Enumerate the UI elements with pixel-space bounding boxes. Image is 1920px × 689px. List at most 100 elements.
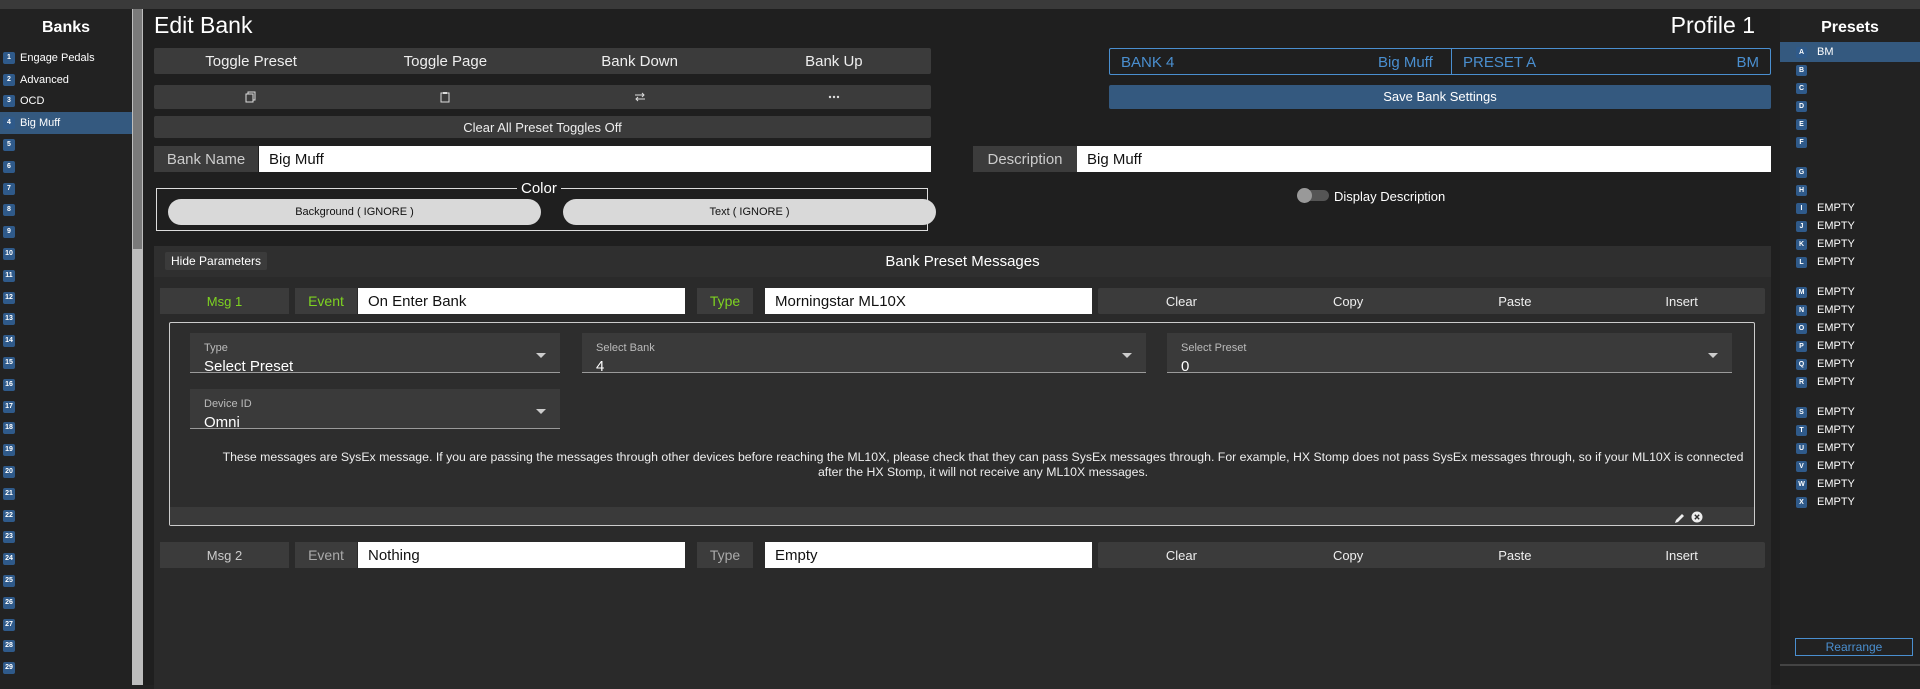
msg1-copy-button[interactable]: Copy [1265,294,1432,309]
msg2-clear-button[interactable]: Clear [1098,548,1265,563]
bank-item[interactable]: 14 [0,330,132,352]
param-preset-select[interactable]: Select Preset 0 [1167,333,1732,375]
preset-item[interactable]: E [1780,114,1920,134]
edit-icon[interactable] [1674,511,1685,523]
preset-item[interactable]: M EMPTY [1780,282,1920,302]
preset-item[interactable]: F [1780,132,1920,152]
bank-item[interactable]: 18 [0,418,132,440]
msg1-actions: Clear Copy Paste Insert [1098,288,1765,314]
param-device-select[interactable]: Device ID Omni [190,389,560,431]
toggle-page-button[interactable]: Toggle Page [348,53,542,70]
bank-down-button[interactable]: Bank Down [543,53,737,70]
bank-item[interactable]: 8 [0,200,132,222]
save-bank-button[interactable]: Save Bank Settings [1109,85,1771,109]
bank-item[interactable]: 5 [0,134,132,156]
bank-item[interactable]: 9 [0,221,132,243]
preset-letter-badge: H [1796,184,1807,196]
clear-toggles-button[interactable]: Clear All Preset Toggles Off [154,120,931,135]
preset-item[interactable]: X EMPTY [1780,492,1920,512]
bank-item[interactable]: 17 [0,396,132,418]
preset-item[interactable]: H [1780,180,1920,200]
preset-item[interactable]: W EMPTY [1780,474,1920,494]
bank-item[interactable]: 12 [0,287,132,309]
msg2-paste-button[interactable]: Paste [1432,548,1599,563]
msg1-event-input[interactable]: On Enter Bank [358,288,685,314]
msg2-event-input[interactable]: Nothing [358,542,685,568]
preset-item-label: BM [1817,46,1834,58]
bank-item[interactable]: 25 [0,570,132,592]
preset-item[interactable]: O EMPTY [1780,318,1920,338]
copy-icon[interactable] [154,85,348,109]
preset-item[interactable]: P EMPTY [1780,336,1920,356]
bank-item[interactable]: 23 [0,527,132,549]
swap-icon[interactable] [543,85,737,109]
bank-item[interactable]: 13 [0,309,132,331]
preset-item[interactable]: I EMPTY [1780,198,1920,218]
preset-item-label: EMPTY [1817,286,1855,298]
preset-item[interactable]: T EMPTY [1780,420,1920,440]
bank-item[interactable]: 15 [0,352,132,374]
text-color-button[interactable]: Text ( IGNORE ) [563,199,936,225]
bank-item[interactable]: 6 [0,156,132,178]
bank-item[interactable]: 1 Engage Pedals [0,47,132,69]
preset-item[interactable]: S EMPTY [1780,402,1920,422]
bank-item[interactable]: 16 [0,374,132,396]
close-icon[interactable] [1691,510,1703,523]
param-bank-select[interactable]: Select Bank 4 [582,333,1146,375]
rearrange-button[interactable]: Rearrange [1795,638,1913,656]
preset-item[interactable]: J EMPTY [1780,216,1920,236]
preset-item[interactable]: Q EMPTY [1780,354,1920,374]
preset-item[interactable]: R EMPTY [1780,372,1920,392]
preset-item[interactable]: K EMPTY [1780,234,1920,254]
toggle-preset-button[interactable]: Toggle Preset [154,53,348,70]
bank-item-label: OCD [20,95,45,108]
preset-item[interactable]: B [1780,60,1920,80]
more-icon[interactable] [737,85,931,109]
bank-item[interactable]: 3 OCD [0,91,132,113]
preset-item-label: EMPTY [1817,424,1855,436]
bank-item[interactable]: 20 [0,461,132,483]
preset-item[interactable]: U EMPTY [1780,438,1920,458]
param-bank-label: Select Bank [596,342,655,354]
preset-item[interactable]: C [1780,78,1920,98]
bank-item[interactable]: 22 [0,505,132,527]
msg1-type-label: Type [697,288,753,314]
bank-item[interactable]: 29 [0,657,132,679]
preset-item[interactable]: L EMPTY [1780,252,1920,272]
bank-item[interactable]: 21 [0,483,132,505]
preset-item[interactable]: G [1780,162,1920,182]
preset-item[interactable]: D [1780,96,1920,116]
param-type-select[interactable]: Type Select Preset [190,333,560,375]
msg2-type-input[interactable]: Empty [765,542,1092,568]
bank-item[interactable]: 28 [0,636,132,658]
bank-item[interactable]: 10 [0,243,132,265]
bank-item[interactable]: 11 [0,265,132,287]
preset-item[interactable]: A BM [1780,42,1920,62]
status-bank-name: Big Muff [1378,54,1433,71]
profile-label: Profile 1 [1670,12,1755,38]
bank-item[interactable]: 19 [0,439,132,461]
msg1-paste-button[interactable]: Paste [1432,294,1599,309]
banks-scrollbar-thumb[interactable] [133,9,142,249]
preset-item[interactable]: V EMPTY [1780,456,1920,476]
bank-item[interactable]: 7 [0,178,132,200]
msg1-insert-button[interactable]: Insert [1598,294,1765,309]
bank-up-button[interactable]: Bank Up [737,53,931,70]
msg1-type-input[interactable]: Morningstar ML10X [765,288,1092,314]
bank-item[interactable]: 24 [0,548,132,570]
display-description-toggle[interactable] [1297,188,1329,203]
bank-name-input[interactable]: Big Muff [259,146,931,172]
msg2-copy-button[interactable]: Copy [1265,548,1432,563]
bank-item[interactable]: 27 [0,614,132,636]
description-input[interactable]: Big Muff [1077,146,1771,172]
msg1-clear-button[interactable]: Clear [1098,294,1265,309]
preset-item-label: EMPTY [1817,256,1855,268]
bank-item[interactable]: 4 Big Muff [0,112,132,135]
paste-icon[interactable] [348,85,542,109]
bank-item[interactable]: 2 Advanced [0,69,132,91]
bank-item[interactable]: 26 [0,592,132,614]
msg2-insert-button[interactable]: Insert [1598,548,1765,563]
preset-item-label: EMPTY [1817,238,1855,250]
preset-item[interactable]: N EMPTY [1780,300,1920,320]
background-color-button[interactable]: Background ( IGNORE ) [168,199,541,225]
